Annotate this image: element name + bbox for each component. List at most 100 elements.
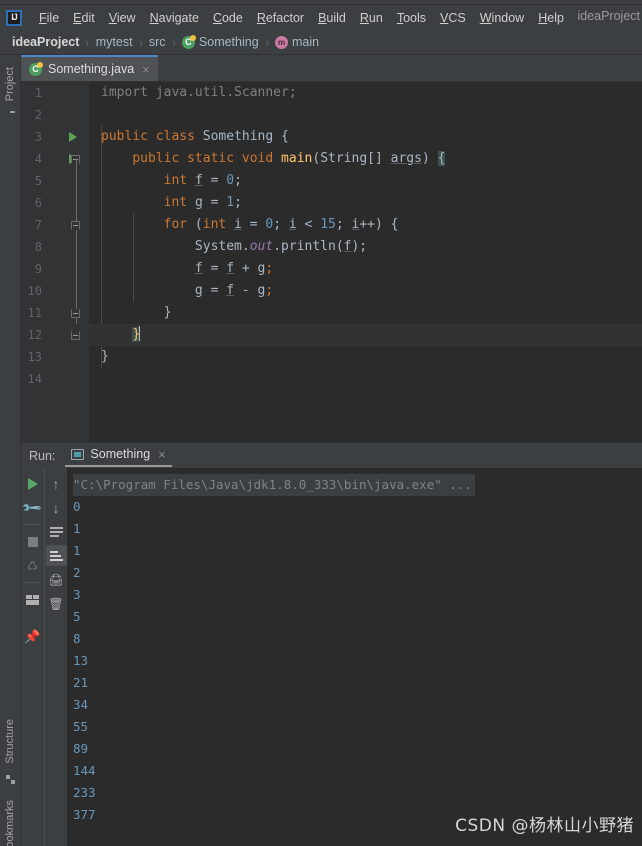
settings-wrench-button[interactable]: 🔧: [21, 496, 43, 518]
window-project-name: ideaProject: [577, 9, 640, 23]
line-number: 6: [34, 196, 42, 210]
menu-window[interactable]: Window: [473, 9, 531, 27]
menu-refactor[interactable]: Refactor: [250, 9, 311, 27]
menu-refactor-rest: efactor: [265, 10, 305, 25]
run-tab-something[interactable]: Something ×: [65, 444, 172, 467]
pin-tab-button[interactable]: 📌: [22, 626, 43, 647]
run-label: Run:: [29, 448, 56, 463]
editor-tab-bar: C Something.java ×: [21, 55, 642, 82]
breadcrumb-item-project[interactable]: ideaProject: [10, 34, 81, 50]
menu-code[interactable]: Code: [206, 9, 250, 27]
line-number: 9: [34, 262, 42, 276]
line-number: 7: [34, 218, 42, 232]
fold-marker-for[interactable]: [70, 214, 81, 236]
breadcrumb-item-main[interactable]: m main: [273, 34, 321, 50]
line-number: 1: [34, 86, 42, 100]
up-button[interactable]: ↑: [46, 473, 67, 494]
num-0: 0: [265, 217, 274, 232]
line-number: 3: [34, 130, 42, 144]
method-icon: m: [275, 35, 289, 49]
arrow-down-icon: ↓: [52, 499, 60, 516]
line-number: 5: [34, 174, 42, 188]
semicolon: ;: [265, 283, 274, 298]
run-tab-label: Something: [90, 447, 151, 461]
menu-vcs-rest: CS: [448, 10, 466, 25]
close-icon[interactable]: ×: [142, 63, 150, 76]
kw-void: void: [241, 151, 274, 166]
menu-tools[interactable]: Tools: [390, 9, 433, 27]
idea-window: IJ File Edit View Navigate Code Refactor…: [0, 0, 642, 846]
code-editor[interactable]: 1 2 3 4 5 6 7 8 9 10 11 12 13 14 import …: [21, 82, 642, 442]
editor-tab-something-java[interactable]: C Something.java ×: [21, 55, 158, 81]
menu-navigate[interactable]: Navigate: [143, 9, 206, 27]
toolbar-divider: [25, 582, 40, 583]
breadcrumb-label-something: Something: [198, 35, 259, 49]
structure-icon[interactable]: [5, 774, 15, 784]
menu-file[interactable]: File: [32, 9, 66, 27]
code-line-11: }: [101, 305, 172, 320]
layout-settings-button[interactable]: [22, 589, 43, 610]
scroll-to-end-button[interactable]: [45, 545, 67, 566]
breadcrumb-item-something[interactable]: C Something: [180, 34, 261, 50]
menu-vcs[interactable]: VCS: [433, 9, 473, 27]
soft-wrap-button[interactable]: [46, 521, 67, 542]
kw-static: static: [187, 151, 235, 166]
var-g: g: [194, 195, 203, 210]
breadcrumb-item-src[interactable]: src: [147, 34, 168, 50]
menu-help-rest: elp: [547, 10, 564, 25]
class-name: Something: [202, 129, 274, 144]
menu-file-rest: ile: [46, 10, 60, 25]
breadcrumb-label-mytest: mytest: [95, 35, 133, 49]
console-output[interactable]: "C:\Program Files\Java\jdk1.8.0_333\bin\…: [67, 468, 642, 846]
rerun-button[interactable]: [22, 473, 43, 494]
editor-gutter[interactable]: 1 2 3 4 5 6 7 8 9 10 11 12 13 14: [21, 82, 89, 442]
toolwindow-button-project[interactable]: Project: [2, 61, 18, 107]
run-tool-header: Run: Something ×: [21, 442, 642, 468]
run-class-gutter-icon[interactable]: [69, 126, 81, 148]
rerun-failed-button[interactable]: ♺: [22, 555, 43, 576]
line-number: 4: [34, 152, 42, 166]
menu-view[interactable]: View: [102, 9, 143, 27]
num-15: 15: [320, 217, 336, 232]
console-line: 5: [73, 609, 81, 624]
menu-navigate-label: N: [149, 10, 159, 25]
code-line-10: g = f - g;: [194, 283, 274, 298]
line-number: 12: [27, 328, 42, 342]
menu-build[interactable]: Build: [311, 9, 353, 27]
breadcrumb: ideaProject › mytest › src › C Something…: [0, 30, 642, 55]
menu-run[interactable]: Run: [353, 9, 390, 27]
console-line: 13: [73, 653, 89, 668]
code-line-1-text: import java.util.Scanner;: [101, 85, 297, 100]
toolwindow-button-structure[interactable]: Structure: [2, 713, 18, 770]
clear-all-button[interactable]: 🗑: [46, 593, 67, 614]
down-button[interactable]: ↓: [46, 497, 67, 518]
menu-edit[interactable]: Edit: [66, 9, 102, 27]
print-button[interactable]: 🖨: [46, 569, 67, 590]
menu-help[interactable]: Help: [531, 9, 571, 27]
editor-tab-label: Something.java: [48, 62, 135, 76]
var-i: i: [288, 217, 297, 232]
console-line: 34: [73, 697, 89, 712]
console-line: 8: [73, 631, 81, 646]
run-tool-window: Run: Something × 🔧 ♺ 📌 ↑ ↓ 🖨 🗑 "C:\Progr…: [21, 442, 642, 846]
stop-button[interactable]: [22, 531, 43, 552]
project-label: Project: [4, 67, 16, 102]
fold-marker-end-for[interactable]: [70, 302, 81, 324]
var-f: f: [194, 261, 203, 276]
console-line: 377: [73, 807, 96, 822]
kw-int: int: [202, 217, 227, 232]
toolwindow-button-bookmarks[interactable]: Bookmarks: [2, 794, 18, 846]
breadcrumb-item-mytest[interactable]: mytest: [94, 34, 135, 50]
line-number: 14: [27, 372, 42, 386]
code-line-9: f = f + g;: [194, 261, 274, 276]
kw-public: public: [101, 129, 148, 144]
menu-view-rest: iew: [116, 10, 136, 25]
console-line: 1: [73, 543, 81, 558]
code-text-area[interactable]: import java.util.Scanner; public class S…: [89, 82, 642, 442]
menu-navigate-rest: avigate: [158, 10, 199, 25]
close-icon[interactable]: ×: [158, 448, 166, 461]
fold-marker-end-method[interactable]: [70, 324, 81, 346]
line-number: 11: [27, 306, 42, 320]
